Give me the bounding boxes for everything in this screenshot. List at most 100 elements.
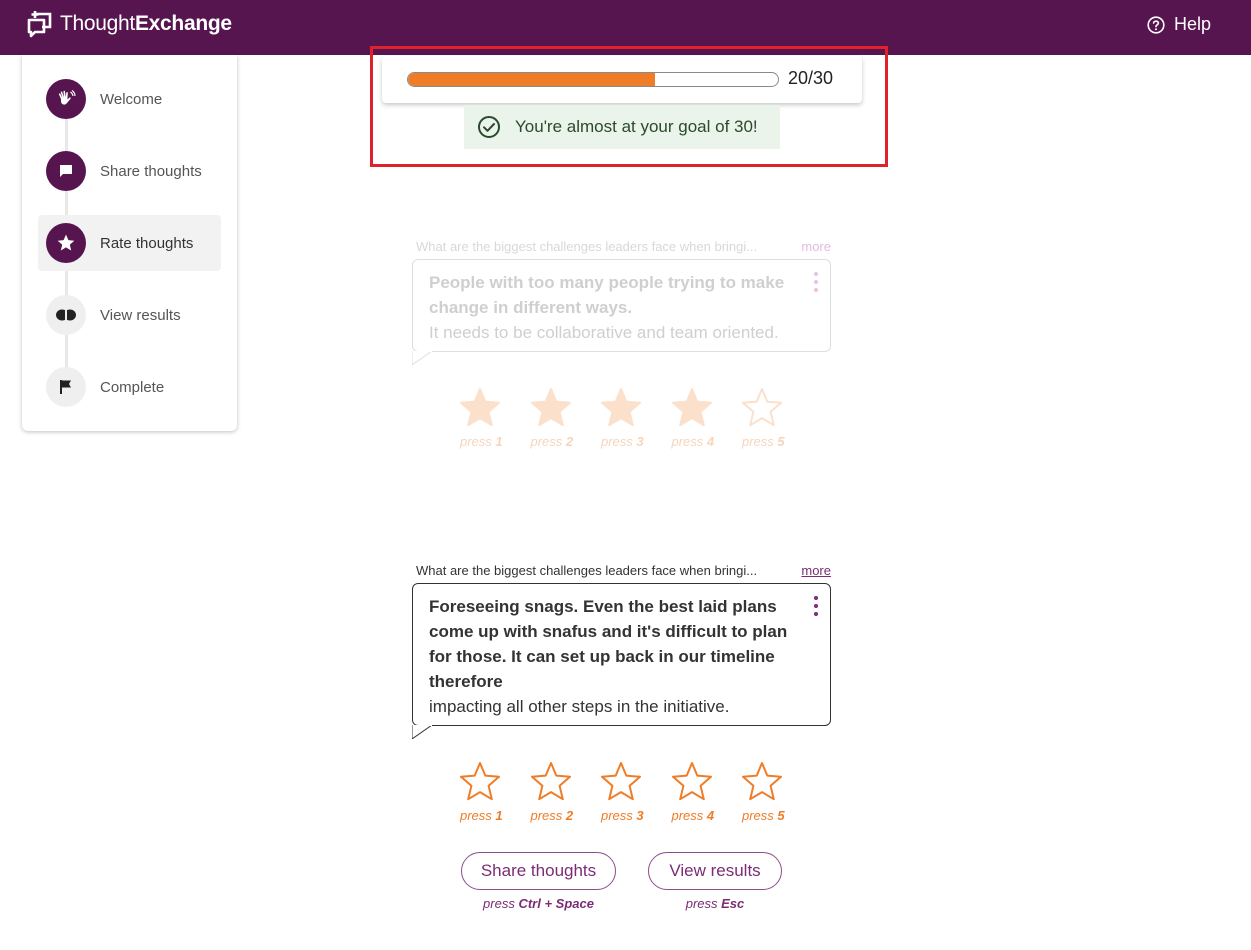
sidebar-step-share-thoughts[interactable]: Share thoughts: [38, 143, 221, 199]
bubble-tail: [412, 725, 433, 739]
star-icon: [742, 762, 782, 801]
sidebar-step-label: Share thoughts: [100, 162, 202, 180]
sidebar-step-label: Rate thoughts: [100, 234, 194, 252]
star-icon: [57, 234, 75, 251]
logo-icon: [27, 11, 52, 38]
more-link[interactable]: more: [801, 239, 831, 254]
help-circle-icon: [1147, 15, 1165, 34]
star-rating-5[interactable]: press 5: [740, 386, 811, 449]
star-shortcut-hint: press 4: [672, 434, 715, 449]
star-icon: [671, 762, 712, 801]
logo-text-thought: Thought: [60, 12, 135, 35]
star-shortcut-hint: press 5: [742, 434, 785, 449]
goal-message-banner: You're almost at your goal of 30!: [464, 105, 780, 149]
thought-text-regular: It needs to be collaborative and team or…: [429, 323, 779, 342]
hint-prefix: press: [671, 434, 704, 449]
thought-bubble: People with too many people trying to ma…: [412, 259, 831, 365]
hint-prefix: press: [460, 808, 492, 823]
step-circle: [46, 151, 86, 191]
logo-text-exchange: Exchange: [134, 12, 232, 35]
hint-key: 3: [636, 434, 644, 449]
star-rating-2[interactable]: press 2: [529, 386, 600, 449]
star-icon: [460, 762, 500, 801]
view-results-button[interactable]: View results: [648, 852, 782, 890]
hint-key: 5: [777, 434, 785, 449]
star-shortcut-hint: press 2: [531, 808, 574, 823]
star-rating-3[interactable]: press 3: [599, 760, 670, 823]
step-circle: [46, 367, 86, 407]
star-icon: [530, 388, 571, 427]
hint-prefix: press: [530, 434, 563, 449]
hint-prefix: press: [460, 434, 492, 449]
star-rating-1[interactable]: press 1: [458, 760, 529, 823]
star-shortcut-hint: press 2: [531, 434, 574, 449]
star-shortcut-hint: press 1: [460, 808, 503, 823]
thought-prompt-text: What are the biggest challenges leaders …: [416, 563, 758, 578]
check-circle-icon: [478, 116, 500, 138]
progress-bar: [407, 72, 779, 87]
star-shortcut-hint: press 3: [601, 434, 644, 449]
sidebar-step-welcome[interactable]: Welcome: [38, 71, 221, 127]
thought-prompt: What are the biggest challenges leaders …: [416, 239, 831, 254]
hint-key: Esc: [721, 896, 745, 911]
step-circle: [46, 295, 86, 335]
star-rating-4[interactable]: press 4: [670, 386, 741, 449]
sidebar-step-view-results[interactable]: View results: [38, 287, 221, 343]
view-results-icon: [56, 309, 76, 321]
rating-progress-card: 20/30: [382, 56, 862, 103]
hint-prefix: press: [742, 434, 774, 449]
sidebar-step-label: Complete: [100, 378, 165, 396]
sidebar-step-label: View results: [100, 306, 181, 324]
hint-key: 3: [636, 808, 644, 823]
sidebar-step-rate-thoughts[interactable]: Rate thoughts: [38, 215, 221, 271]
chat-bubble-icon: [60, 165, 72, 177]
sidebar-step-label: Welcome: [100, 90, 163, 108]
share-thoughts-shortcut-hint: press Ctrl + Space: [461, 896, 616, 911]
star-icon: [601, 388, 641, 427]
star-icon: [742, 388, 782, 427]
goal-message: You're almost at your goal of 30!: [515, 117, 758, 136]
view-results-shortcut-hint: press Esc: [648, 896, 782, 911]
hint-key: 4: [706, 434, 715, 449]
hint-prefix: press: [685, 896, 718, 911]
star-rating-1[interactable]: press 1: [458, 386, 529, 449]
thought-options-icon[interactable]: [812, 596, 820, 616]
step-circle: [46, 79, 86, 119]
star-shortcut-hint: press 1: [460, 434, 503, 449]
hint-prefix: press: [483, 896, 515, 911]
sidebar-step-complete[interactable]: Complete: [38, 359, 221, 415]
thought-prompt: What are the biggest challenges leaders …: [416, 563, 831, 578]
flag-icon: [60, 380, 71, 394]
star-icon: [460, 388, 500, 427]
hint-prefix: press: [671, 808, 704, 823]
star-shortcut-hint: press 5: [742, 808, 785, 823]
star-rating-2[interactable]: press 2: [529, 760, 600, 823]
hint-key: 1: [495, 808, 503, 823]
progress-bar-fill: [408, 73, 655, 86]
help-button[interactable]: Help: [1147, 14, 1211, 35]
progress-count: 20/30: [788, 68, 834, 88]
progress-steps-sidebar: Welcome Share thoughts Rate thoughts Vie…: [22, 55, 237, 431]
bubble-tail: [412, 351, 433, 365]
hint-prefix: press: [601, 434, 633, 449]
hint-prefix: press: [530, 808, 563, 823]
more-link[interactable]: more: [801, 563, 831, 578]
star-rating-3[interactable]: press 3: [599, 386, 670, 449]
star-rating-4[interactable]: press 4: [670, 760, 741, 823]
hint-key: Ctrl + Space: [518, 896, 594, 911]
thoughtexchange-logo[interactable]: Thought Exchange: [26, 10, 232, 38]
thought-options-icon[interactable]: [812, 272, 820, 292]
thought-bubble: Foreseeing snags. Even the best laid pla…: [412, 583, 831, 739]
star-rating-5[interactable]: press 5: [740, 760, 811, 823]
hint-key: 4: [706, 808, 715, 823]
thought-text-bold: Foreseeing snags. Even the best laid pla…: [429, 597, 788, 691]
hint-key: 2: [565, 434, 574, 449]
thought-text-bold: People with too many people trying to ma…: [429, 273, 785, 317]
help-label: Help: [1173, 14, 1211, 34]
share-thoughts-button[interactable]: Share thoughts: [461, 852, 616, 890]
star-shortcut-hint: press 3: [601, 808, 644, 823]
hint-key: 2: [565, 808, 574, 823]
star-icon: [601, 762, 641, 801]
star-shortcut-hint: press 4: [672, 808, 715, 823]
star-icon: [671, 388, 712, 427]
